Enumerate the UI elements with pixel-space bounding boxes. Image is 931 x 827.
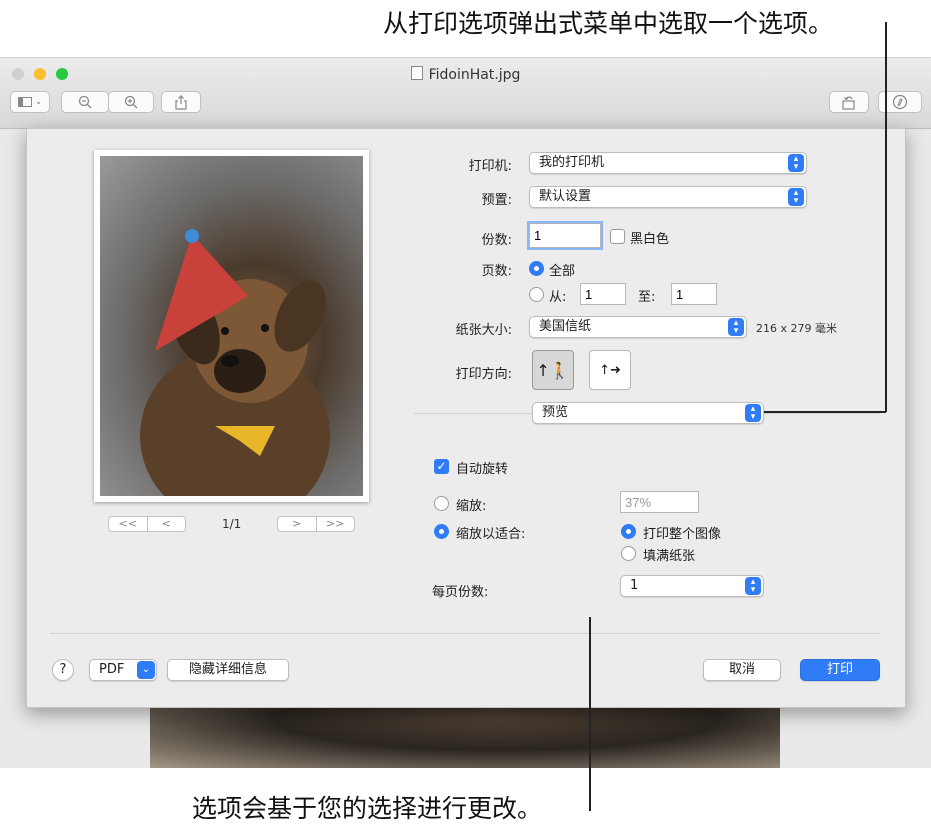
- print-entire-image-radio[interactable]: [621, 524, 636, 539]
- pages-range-radio[interactable]: [529, 287, 544, 302]
- callout-bottom-text: 选项会基于您的选择进行更改。: [192, 794, 543, 823]
- popup-chevrons-icon: ▴ ▾: [788, 188, 804, 206]
- zoom-out-button[interactable]: [61, 91, 109, 113]
- callout-top-line-vertical: [885, 22, 887, 412]
- preview-pager-prev: << <: [108, 516, 186, 532]
- section-divider-left: [414, 413, 532, 414]
- window-title: FidoinHat.jpg: [0, 66, 931, 83]
- chevron-down-icon: ⌄: [137, 661, 155, 679]
- bw-checkbox[interactable]: [610, 229, 625, 244]
- print-options-popup[interactable]: 预览 ▴ ▾: [532, 402, 764, 424]
- presets-label: 预置:: [481, 193, 512, 208]
- presets-value: 默认设置: [539, 189, 592, 204]
- paper-dimensions: 216 x 279 毫米: [756, 322, 837, 335]
- hide-details-button[interactable]: 隐藏详细信息: [167, 659, 289, 681]
- copies-per-page-popup[interactable]: 1 ▴ ▾: [620, 575, 764, 597]
- presets-popup[interactable]: 默认设置 ▴ ▾: [529, 186, 807, 208]
- zoom-in-button[interactable]: [108, 91, 154, 113]
- rotate-button[interactable]: [829, 91, 869, 113]
- scale-label: 缩放:: [456, 499, 487, 514]
- copies-label: 份数:: [481, 233, 512, 248]
- dog-image: [140, 229, 330, 496]
- zoom-out-icon: [78, 95, 92, 109]
- pages-to-field[interactable]: [671, 283, 717, 305]
- callout-top-text: 从打印选项弹出式菜单中选取一个选项。: [383, 9, 834, 38]
- fill-paper-radio[interactable]: [621, 546, 636, 561]
- popup-chevrons-icon: ▴ ▾: [745, 577, 761, 595]
- sidebar-button[interactable]: ⌄: [10, 91, 50, 113]
- jpg-file-icon: [410, 66, 423, 80]
- title-bar: FidoinHat.jpg ⌄: [0, 58, 931, 129]
- fill-paper-label: 填满纸张: [643, 549, 696, 564]
- popup-chevrons-icon: ▴ ▾: [745, 404, 761, 422]
- print-button[interactable]: 打印: [800, 659, 880, 681]
- first-page-button[interactable]: <<: [109, 517, 147, 531]
- print-preview: [94, 150, 369, 502]
- preview-pager-next: > >>: [277, 516, 355, 532]
- landscape-orientation-button[interactable]: ↑➜: [589, 350, 631, 390]
- copies-field[interactable]: [527, 221, 603, 250]
- pdf-button[interactable]: PDF ⌄: [89, 659, 157, 681]
- markup-icon: [892, 94, 908, 110]
- callout-top-line-horizontal: [764, 411, 886, 413]
- sidebar-icon: [17, 97, 32, 107]
- pdf-label: PDF: [99, 662, 125, 677]
- auto-rotate-label: 自动旋转: [456, 462, 509, 477]
- portrait-icon: ↑🚶: [536, 360, 570, 380]
- scale-radio[interactable]: [434, 496, 449, 511]
- popup-chevrons-icon: ▴ ▾: [728, 318, 744, 336]
- pages-label: 页数:: [481, 264, 512, 279]
- auto-rotate-checkbox[interactable]: ✓: [434, 459, 449, 474]
- printer-label: 打印机:: [468, 159, 512, 174]
- paper-size-popup[interactable]: 美国信纸 ▴ ▾: [529, 316, 747, 338]
- pages-to-label: 至:: [638, 290, 656, 305]
- printer-popup[interactable]: 我的打印机 ▴ ▾: [529, 152, 807, 174]
- section-divider-right: [762, 413, 880, 414]
- chevron-down-icon: ⌄: [34, 97, 43, 107]
- paper-size-value: 美国信纸: [539, 319, 592, 334]
- share-button[interactable]: [161, 91, 201, 113]
- scale-to-fit-label: 缩放以适合:: [456, 527, 526, 542]
- page-indicator: 1/1: [222, 517, 242, 531]
- print-options-value: 预览: [542, 405, 569, 420]
- window-title-text: FidoinHat.jpg: [428, 67, 521, 83]
- bottom-divider: [50, 633, 880, 634]
- print-entire-image-label: 打印整个图像: [643, 527, 722, 542]
- cancel-button[interactable]: 取消: [703, 659, 781, 681]
- rotate-icon: [842, 96, 855, 110]
- landscape-icon: ↑➜: [599, 362, 621, 378]
- paper-size-label: 纸张大小:: [455, 323, 512, 338]
- copies-per-page-value: 1: [630, 578, 639, 593]
- share-icon: [175, 94, 187, 110]
- popup-chevrons-icon: ▴ ▾: [788, 154, 804, 172]
- scale-field[interactable]: [620, 491, 699, 513]
- pages-from-field[interactable]: [580, 283, 626, 305]
- preview-photo: [100, 156, 363, 496]
- scale-to-fit-radio[interactable]: [434, 524, 449, 539]
- printer-value: 我的打印机: [539, 155, 605, 170]
- last-page-button[interactable]: >>: [315, 517, 355, 531]
- prev-page-button[interactable]: <: [146, 517, 186, 531]
- zoom-in-icon: [124, 95, 138, 109]
- bw-label: 黑白色: [630, 232, 670, 247]
- pages-all-radio[interactable]: [529, 261, 544, 276]
- portrait-orientation-button[interactable]: ↑🚶: [532, 350, 574, 390]
- next-page-button[interactable]: >: [278, 517, 316, 531]
- help-button[interactable]: ?: [52, 659, 74, 681]
- pages-from-label: 从:: [549, 290, 567, 305]
- callout-bottom-line: [589, 617, 591, 811]
- document-photo-background: [150, 698, 780, 768]
- pages-all-label: 全部: [549, 264, 576, 279]
- copies-per-page-label: 每页份数:: [432, 585, 489, 600]
- orientation-label: 打印方向:: [455, 367, 512, 382]
